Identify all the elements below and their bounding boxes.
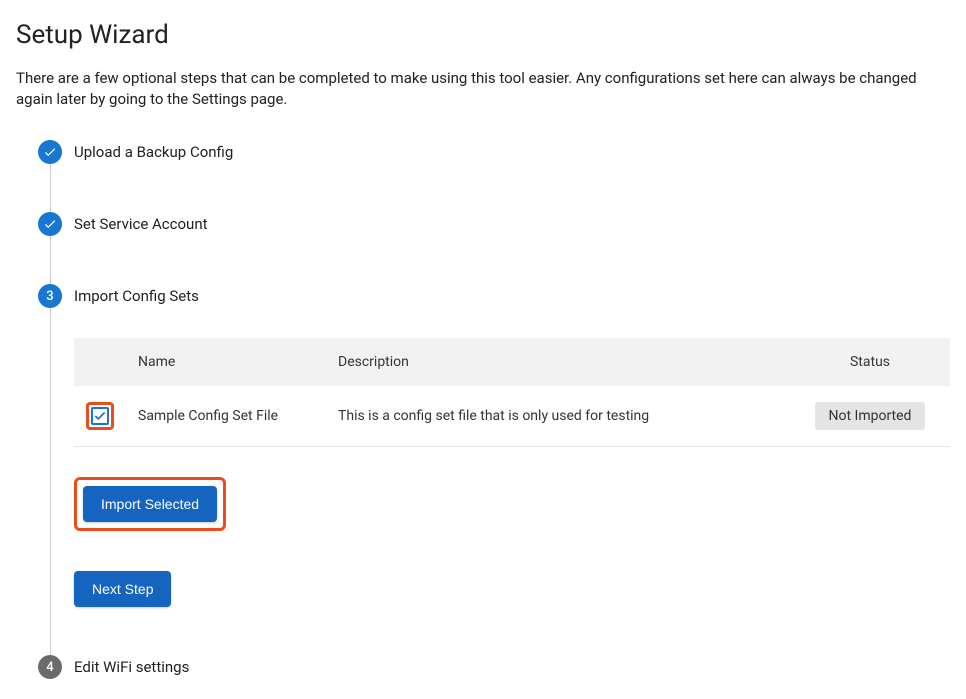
step-upload-backup: Upload a Backup Config [38,140,950,212]
step-title: Upload a Backup Config [74,140,950,164]
step-number-badge: 4 [38,655,62,679]
highlight-annotation [86,402,114,430]
step-edit-wifi-settings: 4 Edit WiFi settings [38,655,950,679]
check-icon [38,140,62,164]
page-description: There are a few optional steps that can … [16,68,950,110]
step-connector [50,308,51,655]
cell-name: Sample Config Set File [126,386,326,447]
checkmark-icon [93,409,107,423]
page-title: Setup Wizard [16,20,950,50]
cell-status: Not Imported [790,386,950,447]
col-status-header: Status [790,338,950,386]
status-badge: Not Imported [815,402,926,430]
table-header-row: Name Description Status [74,338,950,386]
cell-description: This is a config set file that is only u… [326,386,790,447]
step-title: Edit WiFi settings [74,655,950,679]
next-step-row: Next Step [74,571,950,607]
check-icon [38,212,62,236]
step-number-badge: 3 [38,284,62,308]
import-selected-button[interactable]: Import Selected [83,486,217,522]
config-sets-table: Name Description Status [74,338,950,447]
step-connector [50,164,51,212]
step-title: Import Config Sets [74,284,950,308]
col-name-header: Name [126,338,326,386]
highlight-annotation: Import Selected [74,477,226,531]
import-button-row: Import Selected [74,477,950,531]
table-row: Sample Config Set File This is a config … [74,386,950,447]
col-checkbox-header [74,338,126,386]
step-import-config-sets: 3 Import Config Sets Name Description St… [38,284,950,655]
step-content: Name Description Status [74,338,950,607]
setup-stepper: Upload a Backup Config Set Service Accou… [16,140,950,679]
cell-checkbox [74,386,126,447]
next-step-button[interactable]: Next Step [74,571,171,607]
step-title: Set Service Account [74,212,950,236]
col-description-header: Description [326,338,790,386]
row-select-checkbox[interactable] [91,407,109,425]
step-set-service-account: Set Service Account [38,212,950,284]
step-connector [50,236,51,284]
